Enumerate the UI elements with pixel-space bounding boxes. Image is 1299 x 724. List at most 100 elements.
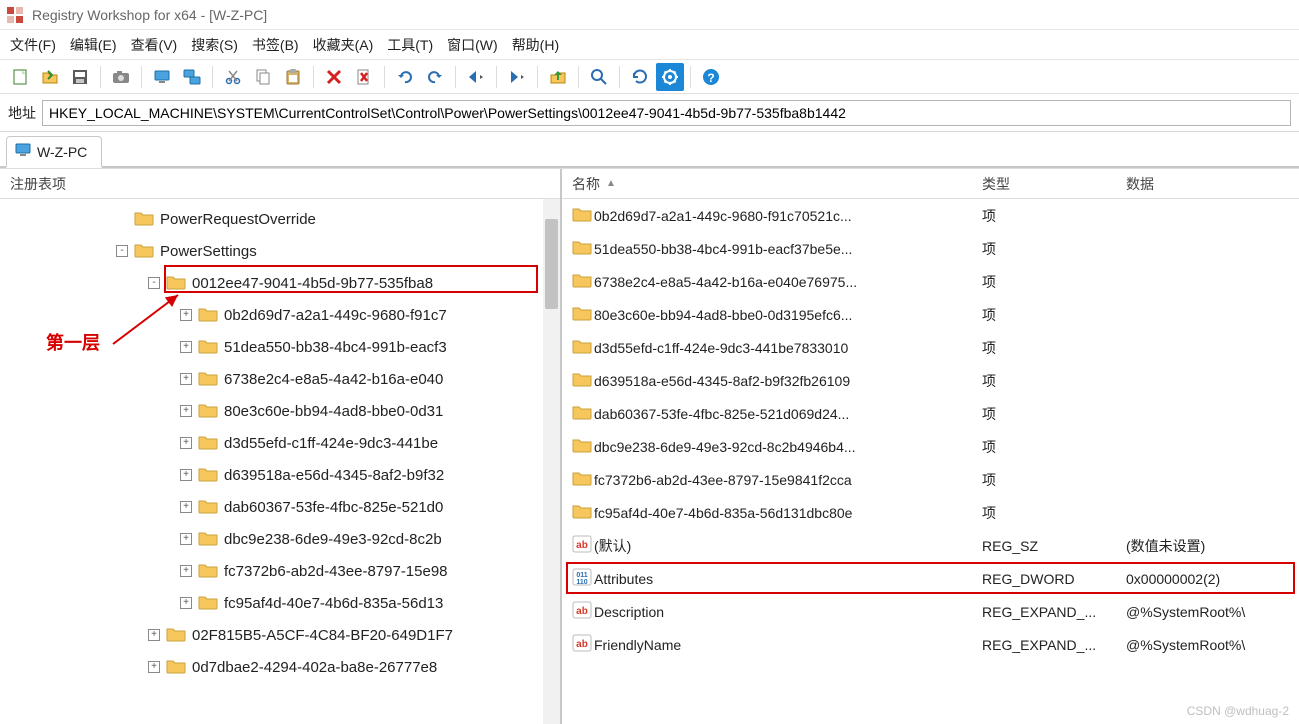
tree-item[interactable]: -PowerSettings bbox=[0, 235, 560, 267]
undo-icon[interactable] bbox=[391, 63, 419, 91]
tree-header: 注册表项 bbox=[0, 169, 560, 199]
values-list[interactable]: 0b2d69d7-a2a1-449c-9680-f91c70521c...项51… bbox=[562, 199, 1299, 661]
settings-icon[interactable] bbox=[656, 63, 684, 91]
back-icon[interactable] bbox=[462, 63, 490, 91]
list-item[interactable]: 80e3c60e-bb94-4ad8-bbe0-0d3195efc6...项 bbox=[562, 298, 1299, 331]
forward-icon[interactable] bbox=[503, 63, 531, 91]
value-type: REG_EXPAND_... bbox=[982, 604, 1126, 620]
open-icon[interactable] bbox=[36, 63, 64, 91]
menu-bar: 文件(F) 编辑(E) 查看(V) 搜索(S) 书签(B) 收藏夹(A) 工具(… bbox=[0, 30, 1299, 60]
menu-help[interactable]: 帮助(H) bbox=[512, 35, 559, 55]
copy-icon[interactable] bbox=[249, 63, 277, 91]
address-input[interactable] bbox=[42, 100, 1291, 126]
tab-computer[interactable]: W-Z-PC bbox=[6, 136, 102, 168]
list-item[interactable]: abDescriptionREG_EXPAND_...@%SystemRoot%… bbox=[562, 595, 1299, 628]
collapse-icon[interactable]: - bbox=[116, 245, 128, 257]
expand-icon[interactable]: + bbox=[180, 405, 192, 417]
tree-item[interactable]: +0b2d69d7-a2a1-449c-9680-f91c7 bbox=[0, 299, 560, 331]
list-item[interactable]: dbc9e238-6de9-49e3-92cd-8c2b4946b4...项 bbox=[562, 430, 1299, 463]
redo-icon[interactable] bbox=[421, 63, 449, 91]
tree-item[interactable]: +d639518a-e56d-4345-8af2-b9f32 bbox=[0, 459, 560, 491]
list-item[interactable]: abFriendlyNameREG_EXPAND_...@%SystemRoot… bbox=[562, 628, 1299, 661]
tree-scrollbar[interactable] bbox=[543, 199, 560, 724]
list-item[interactable]: fc95af4d-40e7-4b6d-835a-56d131dbc80e项 bbox=[562, 496, 1299, 529]
menu-edit[interactable]: 编辑(E) bbox=[70, 35, 117, 55]
toolbar-separator bbox=[537, 66, 538, 88]
tree-item[interactable]: + dbc9e238-6de9-49e3-92cd-8c2b bbox=[0, 523, 560, 555]
cut-icon[interactable] bbox=[219, 63, 247, 91]
window-title: Registry Workshop for x64 - [W-Z-PC] bbox=[32, 7, 267, 23]
expand-icon[interactable]: + bbox=[180, 341, 192, 353]
remote-computer-icon[interactable] bbox=[178, 63, 206, 91]
toolbar-separator bbox=[578, 66, 579, 88]
help-icon[interactable]: ? bbox=[697, 63, 725, 91]
up-icon[interactable] bbox=[544, 63, 572, 91]
column-name[interactable]: 名称▲ bbox=[572, 174, 982, 194]
expand-icon[interactable]: + bbox=[180, 437, 192, 449]
tree-item-label: dbc9e238-6de9-49e3-92cd-8c2b bbox=[224, 531, 442, 548]
list-item[interactable]: dab60367-53fe-4fbc-825e-521d069d24...项 bbox=[562, 397, 1299, 430]
expand-icon[interactable]: + bbox=[180, 597, 192, 609]
save-icon[interactable] bbox=[66, 63, 94, 91]
expand-icon[interactable]: + bbox=[180, 501, 192, 513]
menu-search[interactable]: 搜索(S) bbox=[191, 35, 238, 55]
expand-icon[interactable]: + bbox=[180, 309, 192, 321]
menu-bookmarks[interactable]: 书签(B) bbox=[252, 35, 299, 55]
list-item[interactable]: 0b2d69d7-a2a1-449c-9680-f91c70521c...项 bbox=[562, 199, 1299, 232]
tree-item[interactable]: PowerRequestOverride bbox=[0, 203, 560, 235]
tree-item[interactable]: +dab60367-53fe-4fbc-825e-521d0 bbox=[0, 491, 560, 523]
menu-window[interactable]: 窗口(W) bbox=[447, 35, 498, 55]
snapshot-icon[interactable] bbox=[107, 63, 135, 91]
value-type: REG_SZ bbox=[982, 538, 1126, 554]
expand-icon[interactable]: + bbox=[180, 373, 192, 385]
list-item[interactable]: fc7372b6-ab2d-43ee-8797-15e9841f2cca项 bbox=[562, 463, 1299, 496]
expand-icon[interactable]: + bbox=[180, 469, 192, 481]
menu-file[interactable]: 文件(F) bbox=[10, 35, 56, 55]
value-name: 6738e2c4-e8a5-4a42-b16a-e040e76975... bbox=[594, 274, 982, 290]
tree-item[interactable]: +80e3c60e-bb94-4ad8-bbe0-0d31 bbox=[0, 395, 560, 427]
svg-text:ab: ab bbox=[576, 540, 588, 551]
value-name: (默认) bbox=[594, 536, 982, 556]
app-icon bbox=[6, 6, 24, 24]
tree-item[interactable]: -0012ee47-9041-4b5d-9b77-535fba8 bbox=[0, 267, 560, 299]
scrollbar-thumb[interactable] bbox=[545, 219, 558, 309]
tree-item[interactable]: +fc7372b6-ab2d-43ee-8797-15e98 bbox=[0, 555, 560, 587]
column-data[interactable]: 数据 bbox=[1126, 174, 1289, 194]
delete-icon[interactable] bbox=[320, 63, 348, 91]
tree-item[interactable]: +fc95af4d-40e7-4b6d-835a-56d13 bbox=[0, 587, 560, 619]
list-item[interactable]: 51dea550-bb38-4bc4-991b-eacf37be5e...项 bbox=[562, 232, 1299, 265]
tree-item[interactable]: +02F815B5-A5CF-4C84-BF20-649D1F7 bbox=[0, 619, 560, 651]
list-item[interactable]: d639518a-e56d-4345-8af2-b9f32fb26109项 bbox=[562, 364, 1299, 397]
tree-item[interactable]: +0d7dbae2-4294-402a-ba8e-26777e8 bbox=[0, 651, 560, 683]
expand-icon[interactable]: + bbox=[180, 565, 192, 577]
local-computer-icon[interactable] bbox=[148, 63, 176, 91]
list-item[interactable]: ab(默认)REG_SZ(数值未设置) bbox=[562, 529, 1299, 562]
toolbar-separator bbox=[100, 66, 101, 88]
list-item[interactable]: d3d55efd-c1ff-424e-9dc3-441be7833010项 bbox=[562, 331, 1299, 364]
folder-icon bbox=[198, 498, 218, 517]
folder-icon bbox=[572, 503, 594, 522]
tree-item-label: d3d55efd-c1ff-424e-9dc3-441be bbox=[224, 435, 438, 452]
collapse-icon[interactable]: - bbox=[148, 277, 160, 289]
tree-header-label: 注册表项 bbox=[10, 174, 66, 194]
registry-tree[interactable]: PowerRequestOverride-PowerSettings-0012e… bbox=[0, 199, 560, 687]
tree-item[interactable]: + d3d55efd-c1ff-424e-9dc3-441be bbox=[0, 427, 560, 459]
list-item[interactable]: 011110AttributesREG_DWORD0x00000002(2) bbox=[562, 562, 1299, 595]
paste-icon[interactable] bbox=[279, 63, 307, 91]
list-item[interactable]: 6738e2c4-e8a5-4a42-b16a-e040e76975...项 bbox=[562, 265, 1299, 298]
search-icon[interactable] bbox=[585, 63, 613, 91]
column-type[interactable]: 类型 bbox=[982, 174, 1126, 194]
menu-tools[interactable]: 工具(T) bbox=[387, 35, 433, 55]
delete-file-icon[interactable] bbox=[350, 63, 378, 91]
new-icon[interactable] bbox=[6, 63, 34, 91]
tree-item[interactable]: +6738e2c4-e8a5-4a42-b16a-e040 bbox=[0, 363, 560, 395]
expand-icon[interactable]: + bbox=[148, 629, 160, 641]
refresh-icon[interactable] bbox=[626, 63, 654, 91]
menu-view[interactable]: 查看(V) bbox=[131, 35, 178, 55]
value-type: REG_DWORD bbox=[982, 571, 1126, 587]
expand-icon[interactable]: + bbox=[180, 533, 192, 545]
string-value-icon: ab bbox=[572, 535, 594, 556]
menu-favorites[interactable]: 收藏夹(A) bbox=[313, 35, 374, 55]
expand-icon[interactable]: + bbox=[148, 661, 160, 673]
value-name: fc7372b6-ab2d-43ee-8797-15e9841f2cca bbox=[594, 472, 982, 488]
